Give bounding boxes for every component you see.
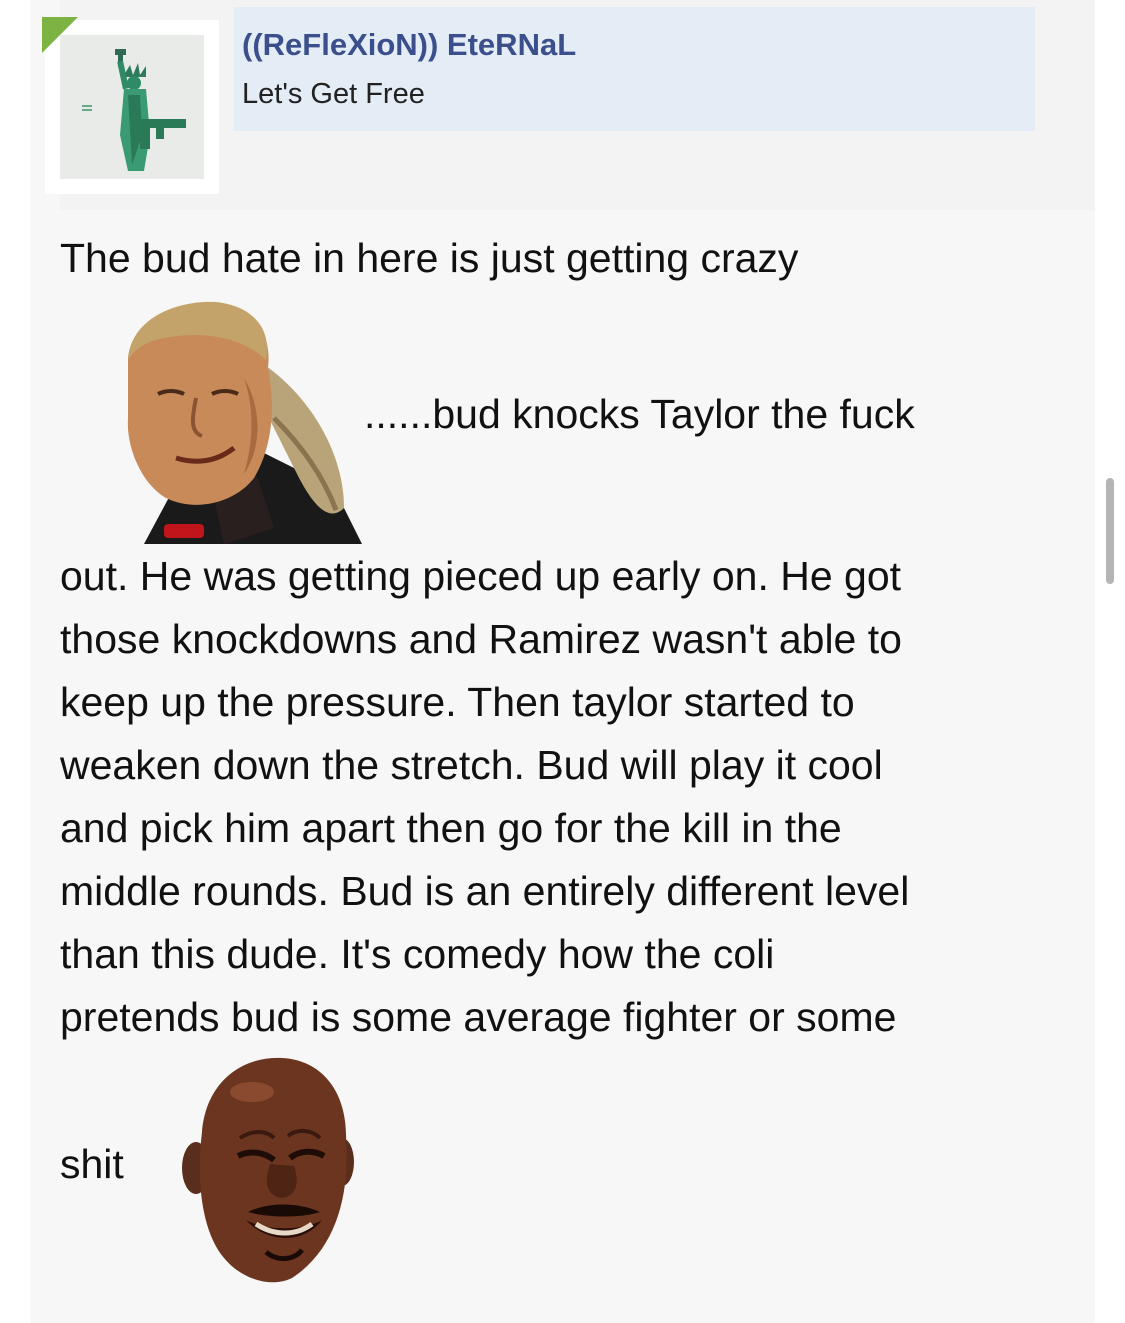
scrollbar-thumb[interactable] [1106,478,1114,584]
user-title: Let's Get Free [242,78,425,110]
post-text-line: shit [60,1141,124,1187]
post-text-line: those knockdowns and Ramirez wasn't able… [60,616,902,662]
crying-jordan-emoji [182,1057,354,1283]
post-text-line: and pick him apart then go for the kill … [60,805,842,851]
statue-of-liberty-with-gun-icon [60,35,204,179]
page: ((ReFleXioN)) EteRNaL Let's Get Free The… [0,0,1125,1323]
post-text-line: than this dude. It's comedy how the coli [60,931,775,977]
unread-flag-icon [42,17,78,53]
smirking-wrestler-emoji [127,301,362,544]
post-text-line: ......bud knocks Taylor the fuck [364,391,915,437]
user-info: ((ReFleXioN)) EteRNaL Let's Get Free [234,7,1035,131]
post-text-line: out. He was getting pieced up early on. … [60,553,902,599]
username-link[interactable]: ((ReFleXioN)) EteRNaL [242,27,576,63]
post-text-line: middle rounds. Bud is an entirely differ… [60,868,910,914]
post-text-line: The bud hate in here is just getting cra… [60,235,799,281]
post-text-line: weaken down the stretch. Bud will play i… [60,742,883,788]
post-text-line: pretends bud is some average fighter or … [60,994,897,1040]
post-text-line: keep up the pressure. Then taylor starte… [60,679,855,725]
